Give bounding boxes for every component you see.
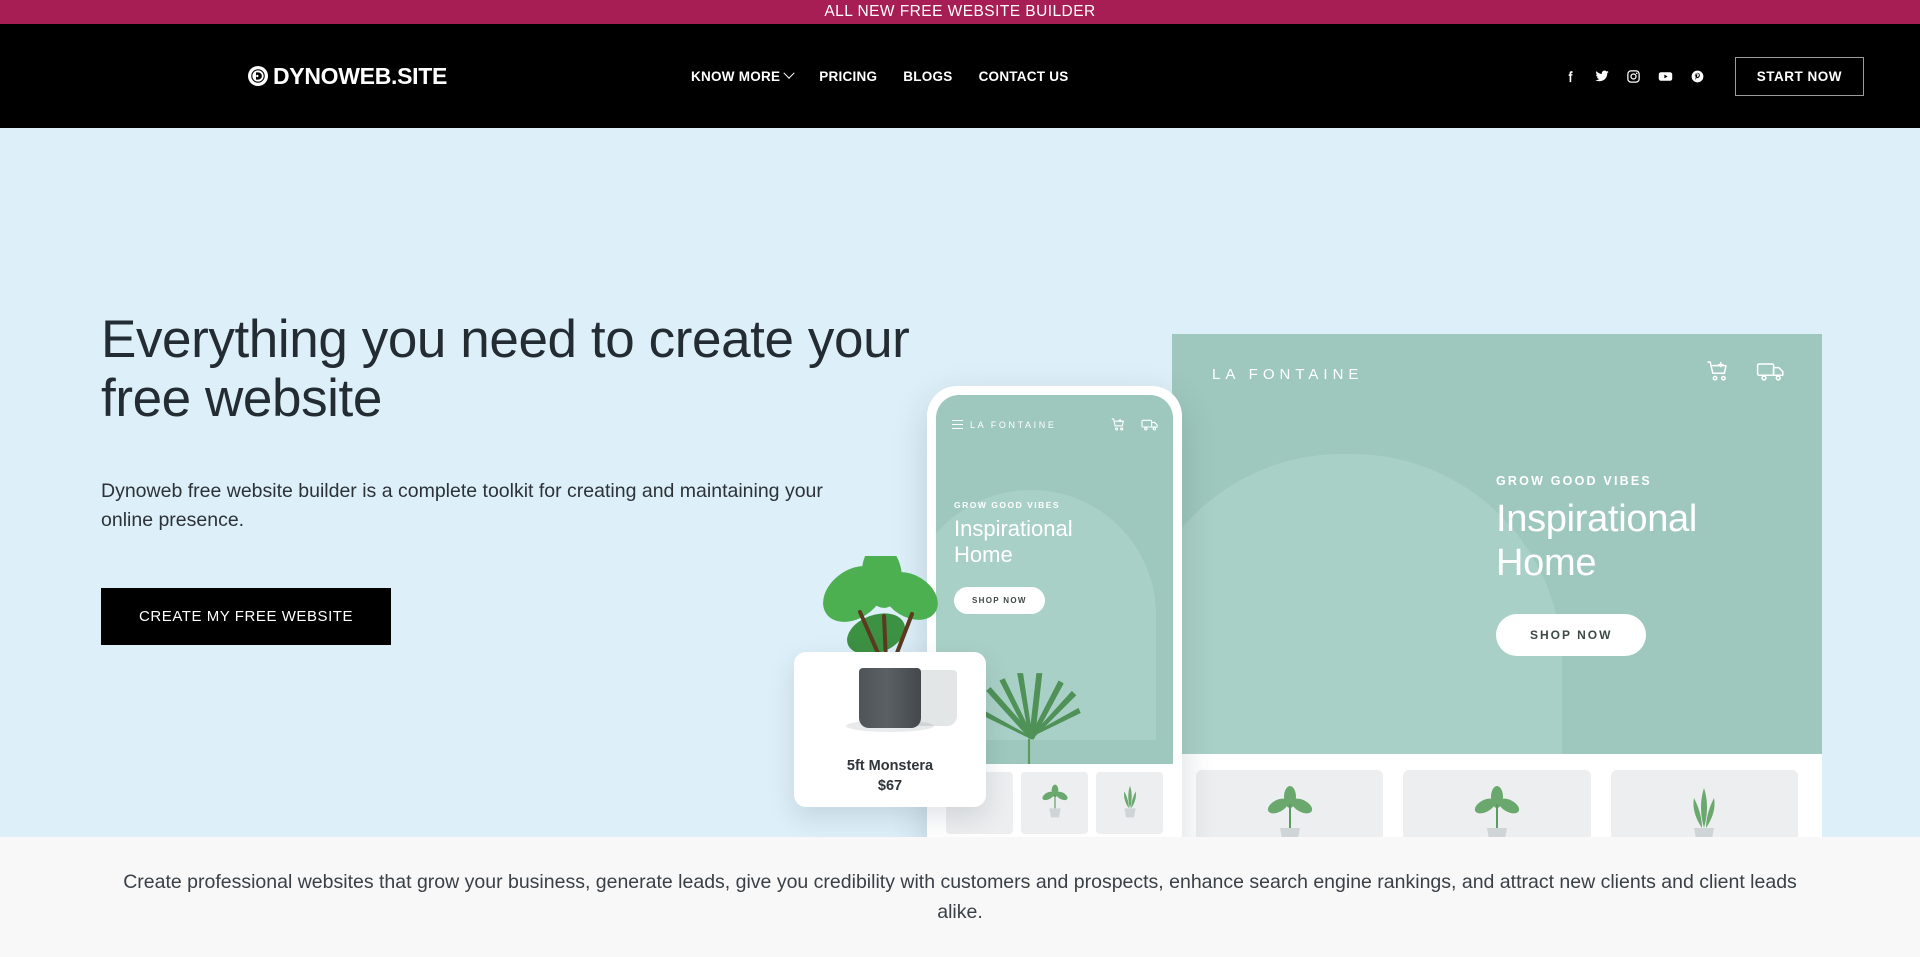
nav-link-contact-us[interactable]: CONTACT US [979,69,1069,84]
plant-pot-icon [859,668,921,728]
product-price: $67 [877,778,903,794]
phone-brand-label: LA FONTAINE [970,419,1057,430]
nav-links: KNOW MORE PRICING BLOGS CONTACT US [691,67,1069,84]
navbar-right-cluster: START NOW [1563,56,1864,96]
desktop-product-card[interactable] [1196,770,1384,837]
start-now-button[interactable]: START NOW [1734,56,1864,96]
nav-link-blogs[interactable]: BLOGS [903,69,952,84]
nav-link-pricing[interactable]: PRICING [819,69,877,84]
delivery-truck-icon[interactable] [1756,359,1786,383]
hero-mockup-illustration: LA FONTAINE GROW GOOD VIBES Inspirationa… [794,334,1822,837]
youtube-icon[interactable] [1657,68,1674,85]
desktop-product-card[interactable] [1610,770,1798,837]
logo-text: DYNOWEB.SITE [273,62,448,89]
plant-icon [1267,786,1312,837]
cart-add-icon[interactable] [1706,359,1732,383]
nav-link-pricing-label: PRICING [819,68,878,84]
phone-product-card[interactable]: Corduroy Jacke $120 [1021,772,1088,837]
pinterest-icon[interactable] [1690,69,1705,84]
phone-header: LA FONTAINE [952,417,1159,432]
desktop-brand-label: LA FONTAINE [1212,366,1364,383]
create-my-free-website-button[interactable]: CREATE MY FREE WEBSITE [101,587,392,645]
social-links [1563,68,1705,85]
nav-link-blogs-label: BLOGS [903,68,953,84]
phone-kicker: GROW GOOD VIBES [954,500,1061,510]
product-card[interactable]: 5ft Monstera $67 [794,652,986,807]
plant-icon [1123,785,1136,818]
palm-plant-icon [1376,615,1493,754]
desktop-headline-line1: Inspirational [1496,498,1697,540]
desktop-header-icons [1706,359,1786,383]
desktop-hero-banner: LA FONTAINE GROW GOOD VIBES Inspirationa… [1172,334,1822,754]
phone-product-image [1021,772,1088,834]
hero-section: Everything you need to create your free … [0,128,1920,837]
phone-header-icons [1111,417,1159,432]
plant-icon [1693,788,1715,837]
site-logo[interactable]: DYNOWEB.SITE [248,63,447,90]
desktop-hero-text: GROW GOOD VIBES Inspirational Home SHOP … [1496,474,1697,656]
palm-plant-icon [1240,578,1380,754]
desktop-headline: Inspirational Home [1496,497,1697,586]
plant-icon [1474,786,1520,837]
desktop-mockup: LA FONTAINE GROW GOOD VIBES Inspirationa… [1172,334,1822,837]
phone-product-card[interactable]: Corduroy Jacke $120 [1096,772,1163,837]
desktop-product-cards [1172,754,1822,837]
desktop-shop-now-button[interactable]: SHOP NOW [1496,613,1647,656]
announcement-text: ALL NEW FREE WEBSITE BUILDER [824,3,1096,20]
nav-link-know-more[interactable]: KNOW MORE [691,67,795,84]
phone-product-image [1096,772,1163,834]
main-navbar: DYNOWEB.SITE KNOW MORE PRICING BLOGS CON… [0,24,1920,128]
chevron-down-icon [783,67,795,79]
facebook-icon[interactable] [1563,69,1578,84]
twitter-icon[interactable] [1594,68,1610,84]
page-title: Everything you need to create your free … [101,310,910,429]
hero-subtitle: Dynoweb free website builder is a comple… [101,479,823,532]
instagram-icon[interactable] [1626,69,1641,84]
phone-headline-line1: Inspirational [954,516,1073,541]
announcement-bar: ALL NEW FREE WEBSITE BUILDER [0,0,1920,24]
bottom-banner-text: Create professional websites that grow y… [123,870,1797,923]
cart-add-icon[interactable] [1111,417,1127,432]
nav-link-know-more-label: KNOW MORE [691,68,781,84]
desktop-product-card[interactable] [1403,770,1591,837]
hamburger-menu-icon[interactable] [952,419,963,430]
nav-link-contact-us-label: CONTACT US [978,68,1069,84]
delivery-truck-icon[interactable] [1141,417,1159,432]
desktop-headline-line2: Home [1496,542,1597,585]
desktop-kicker: GROW GOOD VIBES [1496,474,1652,488]
circle-d-logo-icon [248,66,268,86]
bottom-banner: Create professional websites that grow y… [0,837,1920,957]
product-name: 5ft Monstera [846,758,934,774]
plant-icon [1041,784,1068,818]
